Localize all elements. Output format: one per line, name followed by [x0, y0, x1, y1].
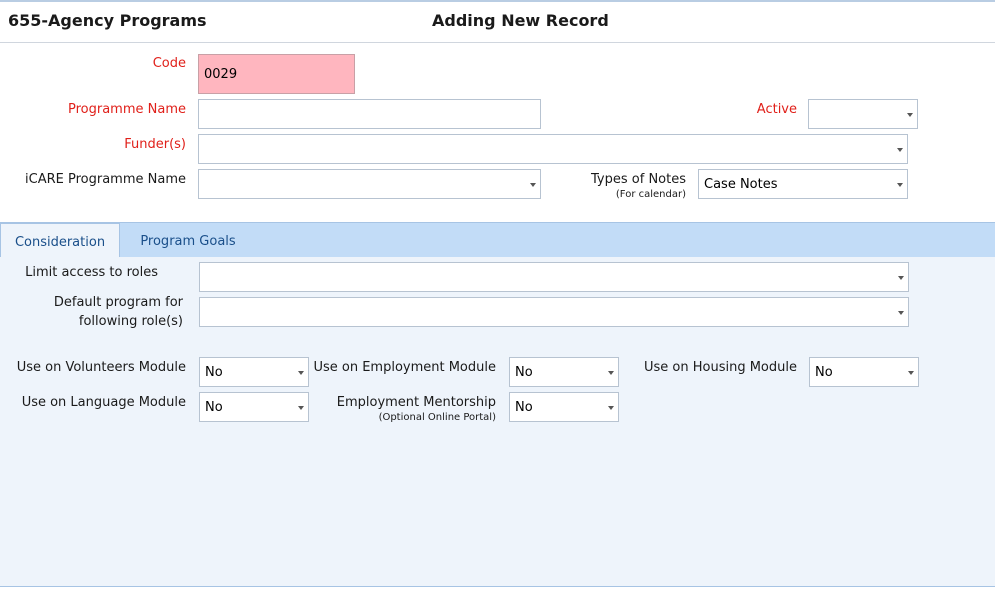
chevron-down-icon	[298, 406, 304, 410]
chevron-down-icon	[908, 371, 914, 375]
chevron-down-icon	[907, 113, 913, 117]
default-program-label-line2: following role(s)	[78, 314, 183, 329]
employment-mentorship-label: Employment Mentorship	[336, 395, 496, 410]
employment-module-label: Use on Employment Module	[313, 360, 496, 375]
volunteers-module-dropdown[interactable]: No	[199, 357, 309, 387]
page-title: Adding New Record	[432, 11, 609, 30]
chevron-down-icon	[897, 148, 903, 152]
chevron-down-icon	[298, 371, 304, 375]
chevron-down-icon	[897, 183, 903, 187]
chevron-down-icon	[530, 183, 536, 187]
icare-programme-name-dropdown[interactable]	[198, 169, 541, 199]
default-program-label-line1: Default program for	[53, 295, 183, 310]
types-of-notes-dropdown[interactable]: Case Notes	[698, 169, 908, 199]
housing-module-label: Use on Housing Module	[644, 360, 797, 375]
chevron-down-icon	[898, 276, 904, 280]
programme-name-field[interactable]	[198, 99, 541, 129]
chevron-down-icon	[898, 311, 904, 315]
tab-consideration[interactable]: Consideration	[0, 223, 120, 259]
default-program-dropdown[interactable]	[199, 297, 909, 327]
tab-bar: Consideration Program Goals	[0, 222, 995, 259]
header-bar: 655-Agency Programs Adding New Record	[0, 2, 995, 43]
types-of-notes-sublabel: (For calendar)	[615, 189, 686, 200]
language-module-dropdown[interactable]: No	[199, 392, 309, 422]
icare-programme-name-label: iCARE Programme Name	[25, 172, 186, 187]
limit-access-label: Limit access to roles	[25, 265, 158, 280]
volunteers-module-label: Use on Volunteers Module	[16, 360, 186, 375]
funders-dropdown[interactable]	[198, 134, 908, 164]
code-field[interactable]: 0029	[198, 54, 355, 94]
types-of-notes-label: Types of Notes	[591, 172, 686, 187]
active-dropdown[interactable]	[808, 99, 918, 129]
funders-label: Funder(s)	[124, 137, 186, 152]
employment-mentorship-dropdown[interactable]: No	[509, 392, 619, 422]
app-title: 655-Agency Programs	[8, 11, 207, 30]
employment-module-dropdown[interactable]: No	[509, 357, 619, 387]
limit-access-dropdown[interactable]	[199, 262, 909, 292]
active-label: Active	[756, 102, 797, 117]
programme-name-label: Programme Name	[68, 102, 186, 117]
employment-mentorship-sublabel: (Optional Online Portal)	[378, 412, 496, 423]
code-label: Code	[152, 56, 186, 71]
language-module-label: Use on Language Module	[21, 395, 186, 410]
chevron-down-icon	[608, 371, 614, 375]
chevron-down-icon	[608, 406, 614, 410]
housing-module-dropdown[interactable]: No	[809, 357, 919, 387]
tab-program-goals[interactable]: Program Goals	[128, 223, 248, 258]
